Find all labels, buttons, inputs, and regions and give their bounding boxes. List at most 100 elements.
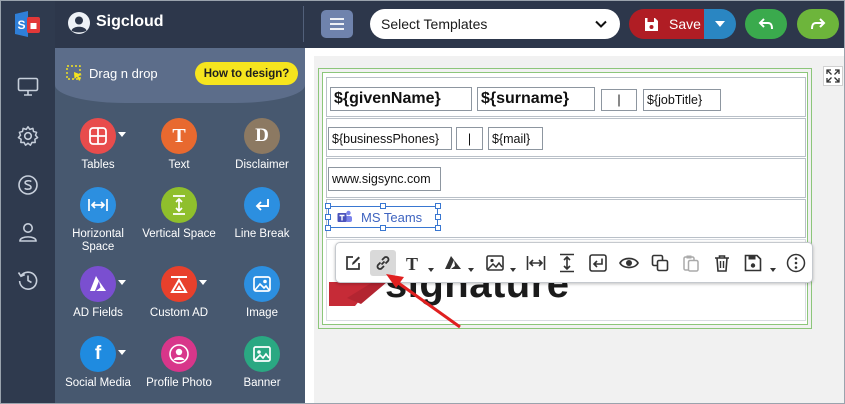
signature-row-name[interactable]: ${givenName} ${surname} | ${jobTitle} — [326, 77, 806, 117]
resize-handle[interactable] — [435, 203, 441, 209]
how-to-design-button[interactable]: How to design? — [195, 62, 298, 85]
tool-label: Banner — [243, 377, 281, 389]
sigsync-logo-icon[interactable]: S — [12, 9, 42, 39]
custom-ad-caret-icon[interactable] — [199, 280, 207, 285]
facebook-icon: f — [80, 336, 116, 372]
pipe-separator[interactable]: | — [456, 127, 483, 150]
signature-row-contact[interactable]: ${businessPhones} | ${mail} — [326, 118, 806, 157]
tool-vertical-space[interactable]: Vertical Space — [138, 187, 220, 241]
svg-text:S: S — [18, 18, 26, 32]
resize-handle[interactable] — [325, 225, 331, 231]
copy-button[interactable] — [647, 250, 673, 276]
website-field[interactable]: www.sigsync.com — [328, 167, 441, 191]
tool-custom-ad[interactable]: Custom AD — [138, 266, 220, 320]
template-select[interactable]: Select Templates — [370, 9, 620, 39]
image-button[interactable] — [482, 250, 516, 276]
design-canvas: ${givenName} ${surname} | ${jobTitle} ${… — [305, 48, 844, 403]
tool-line-break[interactable]: Line Break — [221, 187, 303, 241]
signature-table-outer: ${givenName} ${surname} | ${jobTitle} ${… — [318, 68, 812, 329]
element-toolbar: T — [335, 242, 813, 283]
given-name-field[interactable]: ${givenName} — [330, 87, 472, 111]
signature-table[interactable]: ${givenName} ${surname} | ${jobTitle} ${… — [322, 72, 808, 325]
signature-row-teams[interactable]: MS Teams — [325, 199, 806, 238]
history-clock-icon[interactable] — [14, 266, 42, 294]
more-options-button[interactable] — [783, 250, 809, 276]
ad-field-button[interactable] — [440, 250, 474, 276]
tool-social-media[interactable]: f Social Media — [57, 336, 139, 390]
redo-button[interactable] — [797, 9, 839, 39]
disclaimer-glyph: D — [255, 125, 269, 146]
business-phones-field[interactable]: ${businessPhones} — [328, 127, 452, 150]
vertical-space-icon — [560, 253, 574, 273]
save-button[interactable]: Save — [629, 9, 704, 39]
panel-header: Drag n drop How to design? — [55, 48, 305, 103]
trash-icon — [715, 255, 729, 272]
tool-label: Vertical Space — [142, 228, 216, 240]
caret-down-icon — [468, 268, 474, 272]
tool-horizontal-space[interactable]: Horizontal Space — [57, 187, 139, 254]
social-media-caret-icon[interactable] — [118, 350, 126, 355]
sigsync-s-icon[interactable] — [14, 171, 42, 199]
delete-button[interactable] — [709, 250, 735, 276]
ad-fields-caret-icon[interactable] — [118, 280, 126, 285]
tool-disclaimer[interactable]: D Disclaimer — [221, 118, 303, 172]
table-icon — [80, 118, 116, 154]
floppy-disk-icon — [744, 254, 762, 272]
header-divider — [303, 6, 304, 42]
surname-field[interactable]: ${surname} — [477, 87, 595, 111]
line-break-button[interactable] — [585, 250, 611, 276]
resize-handle[interactable] — [325, 203, 331, 209]
tool-profile-photo[interactable]: Profile Photo — [138, 336, 220, 390]
undo-button[interactable] — [745, 9, 787, 39]
resize-handle[interactable] — [325, 214, 331, 220]
preview-button[interactable] — [616, 250, 642, 276]
save-options-dropdown[interactable] — [704, 9, 736, 39]
hamburger-icon — [330, 18, 344, 30]
edit-pencil-icon — [346, 256, 360, 270]
job-title-field[interactable]: ${jobTitle} — [643, 89, 721, 111]
resize-handle[interactable] — [380, 203, 386, 209]
monitor-icon[interactable] — [14, 73, 42, 101]
tool-label: Horizontal Space — [72, 228, 124, 253]
undo-arrow-icon — [758, 18, 773, 30]
profile-photo-icon — [161, 336, 197, 372]
horizontal-space-button[interactable] — [523, 250, 549, 276]
tool-ad-fields[interactable]: AD Fields — [57, 266, 139, 320]
tool-text[interactable]: T Text — [138, 118, 220, 172]
tool-tables[interactable]: Tables — [57, 118, 139, 172]
image-icon — [486, 255, 504, 271]
ms-teams-element[interactable]: MS Teams — [325, 203, 441, 231]
paste-icon — [683, 255, 699, 272]
mail-field[interactable]: ${mail} — [488, 127, 543, 150]
text-icon: T — [161, 118, 197, 154]
fullscreen-expand-icon[interactable] — [823, 66, 843, 86]
signature-row-website[interactable]: www.sigsync.com — [326, 158, 806, 198]
account-avatar-icon[interactable] — [67, 11, 91, 35]
resize-handle[interactable] — [380, 225, 386, 231]
app-window: S Sigcloud Select Templates Save Drag n … — [0, 0, 845, 404]
facebook-glyph: f — [94, 343, 102, 364]
floppy-disk-icon — [645, 17, 658, 31]
text-format-button[interactable]: T — [400, 250, 434, 276]
menu-button[interactable] — [321, 10, 353, 38]
tables-caret-icon[interactable] — [118, 132, 126, 137]
vertical-space-button[interactable] — [554, 250, 580, 276]
horizontal-space-icon — [526, 256, 546, 270]
redo-arrow-icon — [811, 18, 826, 30]
link-button[interactable] — [370, 250, 396, 276]
link-icon — [376, 256, 390, 270]
paste-button[interactable] — [678, 250, 704, 276]
tool-image[interactable]: Image — [221, 266, 303, 320]
tools-panel: Drag n drop How to design? Tables T Text… — [55, 48, 305, 403]
signature-logo-image[interactable]: signature — [329, 282, 569, 314]
settings-gear-icon[interactable] — [14, 122, 42, 150]
tool-banner[interactable]: Banner — [221, 336, 303, 390]
resize-handle[interactable] — [435, 214, 441, 220]
eye-icon — [619, 257, 639, 269]
pipe-separator[interactable]: | — [601, 89, 637, 111]
text-glyph: T — [172, 124, 186, 147]
user-icon[interactable] — [14, 218, 42, 246]
resize-handle[interactable] — [435, 225, 441, 231]
edit-button[interactable] — [340, 250, 366, 276]
save-element-button[interactable] — [740, 250, 778, 276]
